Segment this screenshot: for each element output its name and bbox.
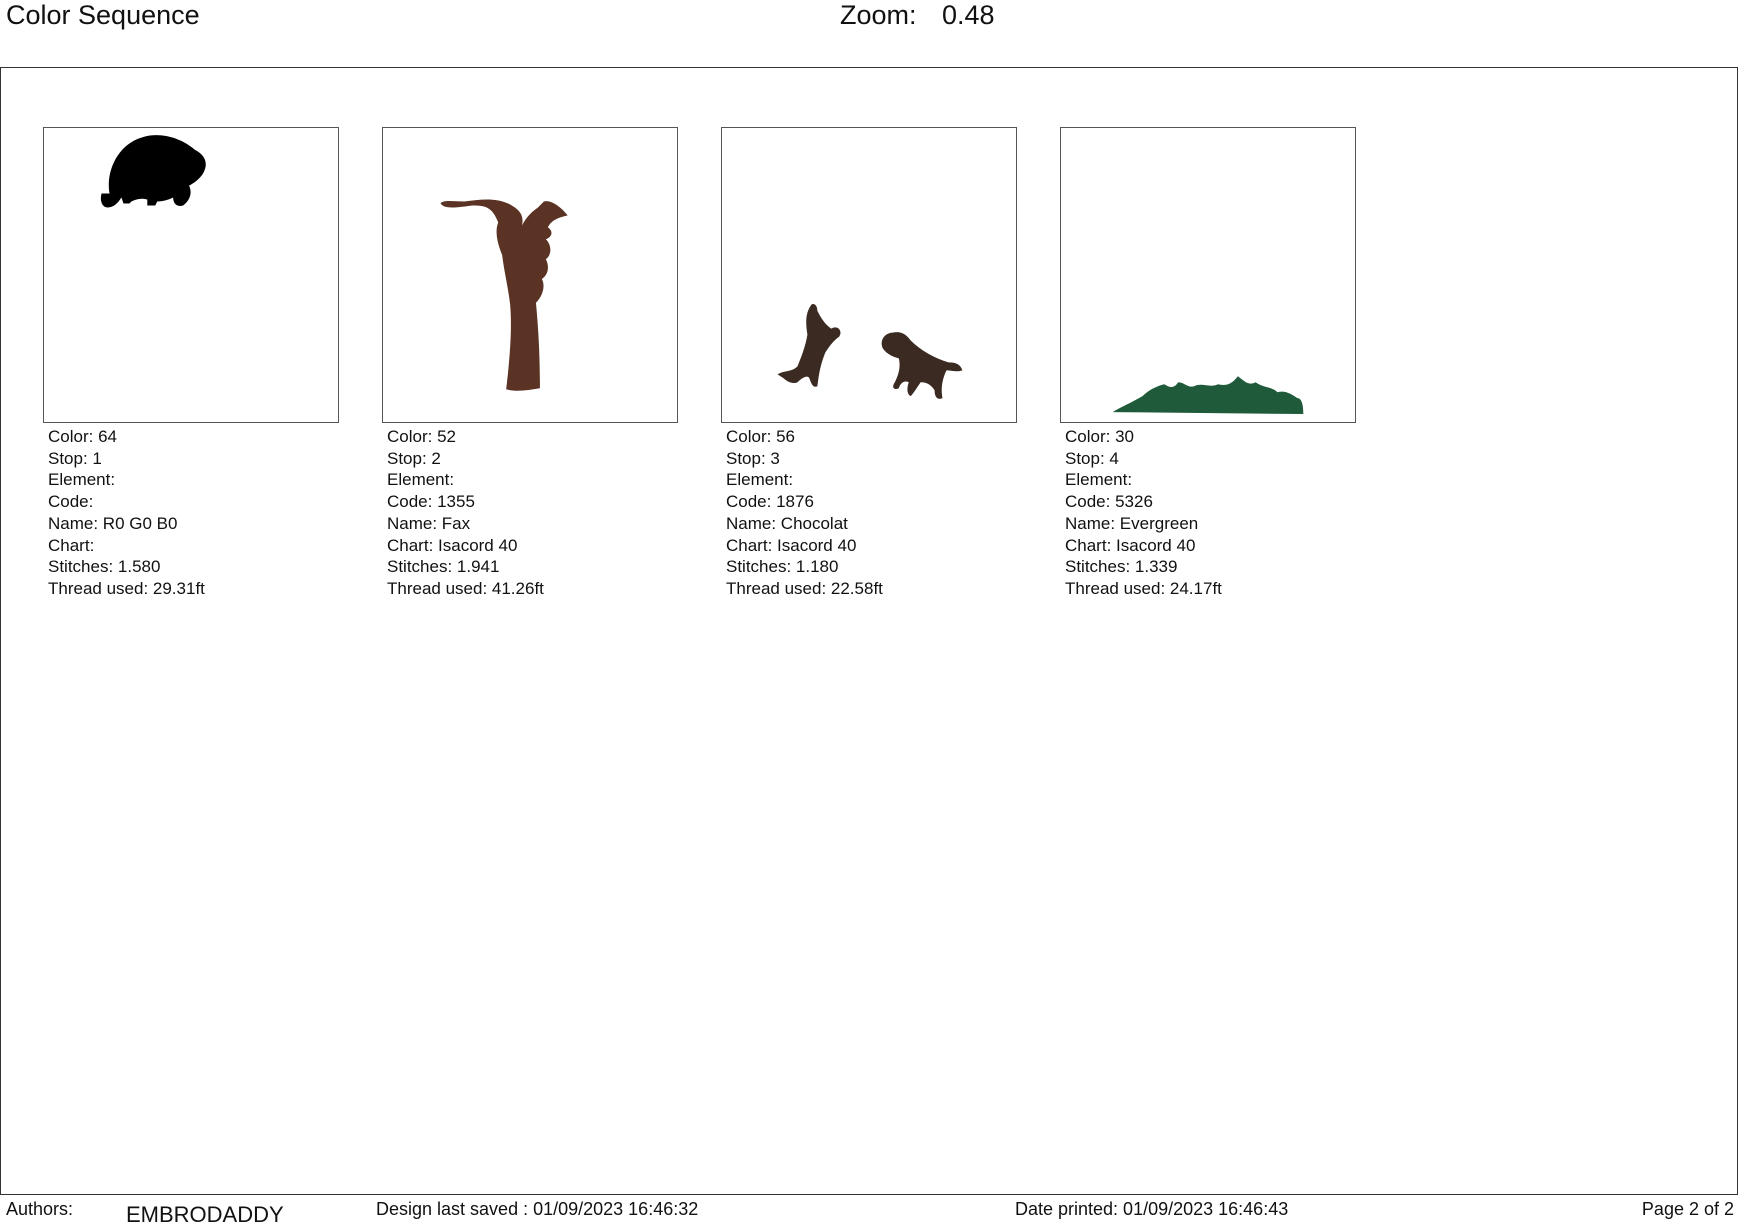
tree-icon bbox=[440, 199, 568, 391]
thread-name: Name: R0 G0 B0 bbox=[48, 513, 178, 533]
stop-info-4: Color: 30 Stop: 4 Element: Code: 5326 Na… bbox=[1065, 426, 1356, 600]
color-stop-card-1: Color: 64 Stop: 1 Element: Code: Name: R… bbox=[43, 127, 339, 600]
page-title: Color Sequence bbox=[6, 0, 200, 30]
page-number: Page 2 of 2 bbox=[1641, 1199, 1734, 1219]
thread-code: Code: bbox=[48, 492, 94, 512]
stop-thumbnail-2 bbox=[382, 127, 678, 423]
color-number: Color: 64 bbox=[48, 427, 117, 446]
thread-chart: Chart: Isacord 40 bbox=[726, 535, 857, 555]
stop-thumbnail-3 bbox=[721, 127, 1017, 423]
grass-icon bbox=[1112, 376, 1304, 415]
thread-name: Name: Fax bbox=[387, 513, 471, 533]
color-number: Color: 30 bbox=[1065, 427, 1134, 446]
thread-used: Thread used: 24.17ft bbox=[1065, 578, 1222, 598]
stitch-count: Stitches: 1.941 bbox=[387, 557, 500, 577]
zoom-label: Zoom: bbox=[840, 0, 917, 30]
thread-chart: Chart: bbox=[48, 535, 95, 555]
stitch-count: Stitches: 1.180 bbox=[726, 557, 839, 577]
zoom-value: 0.48 bbox=[942, 0, 995, 30]
stop-number: Stop: 2 bbox=[387, 448, 441, 468]
bear-icon bbox=[100, 135, 206, 208]
stop-thumbnail-1 bbox=[43, 127, 339, 423]
stop-thumbnail-4 bbox=[1060, 127, 1356, 423]
element-label: Element: bbox=[1065, 470, 1133, 490]
authors-label: Authors: bbox=[6, 1199, 74, 1219]
element-label: Element: bbox=[48, 470, 116, 490]
thread-used: Thread used: 29.31ft bbox=[48, 578, 205, 598]
thread-code: Code: 5326 bbox=[1065, 492, 1153, 512]
thread-code: Code: 1876 bbox=[726, 492, 814, 512]
thread-used: Thread used: 41.26ft bbox=[387, 578, 544, 598]
thread-chart: Chart: Isacord 40 bbox=[1065, 535, 1196, 555]
color-number: Color: 56 bbox=[726, 427, 795, 446]
color-number: Color: 52 bbox=[387, 427, 456, 446]
color-stop-card-4: Color: 30 Stop: 4 Element: Code: 5326 Na… bbox=[1060, 127, 1356, 600]
stop-info-2: Color: 52 Stop: 2 Element: Code: 1355 Na… bbox=[387, 426, 678, 600]
element-label: Element: bbox=[387, 470, 455, 490]
stop-info-1: Color: 64 Stop: 1 Element: Code: Name: R… bbox=[48, 426, 339, 600]
date-printed: Date printed: 01/09/2023 16:46:43 bbox=[1015, 1199, 1289, 1219]
color-stop-card-2: Color: 52 Stop: 2 Element: Code: 1355 Na… bbox=[382, 127, 678, 600]
thread-code: Code: 1355 bbox=[387, 492, 475, 512]
dogs-icon bbox=[777, 304, 963, 399]
stop-number: Stop: 3 bbox=[726, 448, 780, 468]
element-label: Element: bbox=[726, 470, 794, 490]
author-name: EMBRODADDY bbox=[126, 1202, 284, 1227]
thread-chart: Chart: Isacord 40 bbox=[387, 535, 518, 555]
design-saved-date: Design last saved : 01/09/2023 16:46:32 bbox=[376, 1199, 699, 1219]
stitch-count: Stitches: 1.339 bbox=[1065, 557, 1178, 577]
thread-name: Name: Chocolat bbox=[726, 513, 848, 533]
stitch-count: Stitches: 1.580 bbox=[48, 557, 161, 577]
stop-number: Stop: 4 bbox=[1065, 448, 1119, 468]
stop-info-3: Color: 56 Stop: 3 Element: Code: 1876 Na… bbox=[726, 426, 1017, 600]
thread-used: Thread used: 22.58ft bbox=[726, 578, 883, 598]
thread-name: Name: Evergreen bbox=[1065, 513, 1199, 533]
stop-number: Stop: 1 bbox=[48, 448, 102, 468]
color-stop-card-3: Color: 56 Stop: 3 Element: Code: 1876 Na… bbox=[721, 127, 1017, 600]
